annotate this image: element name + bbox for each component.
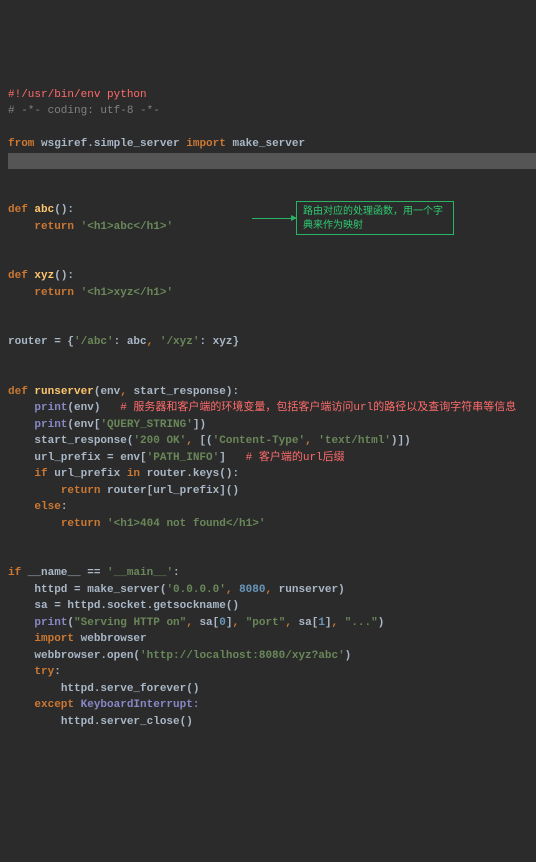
- dots-str: "...": [345, 617, 378, 629]
- str-404: '<h1>404 not found</h1>': [107, 518, 265, 530]
- env-arg: (env): [67, 402, 120, 414]
- abc-string: '<h1>abc</h1>': [81, 221, 173, 233]
- serving-close: ): [378, 617, 385, 629]
- urlprefix-close: ]: [219, 452, 245, 464]
- xyz-string: '<h1>xyz</h1>': [81, 287, 173, 299]
- in-kw: in: [127, 468, 140, 480]
- sa-line: sa = httpd.socket.getsockname(): [34, 600, 239, 612]
- return-kw: return: [34, 287, 74, 299]
- ok-string: '200 OK': [133, 435, 186, 447]
- ct-list-open: [(: [199, 435, 212, 447]
- urlprefix-comment: # 客户端的url后缀: [246, 452, 345, 464]
- highlighted-blank-line: [8, 153, 536, 170]
- main-string: '__main__': [107, 567, 173, 579]
- sa0-close: ]: [226, 617, 233, 629]
- router-key-abc: '/abc': [74, 336, 114, 348]
- wb-close: ): [345, 650, 352, 662]
- qs-arg-open: (env[: [67, 419, 100, 431]
- coding-line: # -*- coding: utf-8 -*-: [8, 105, 160, 117]
- return-kw: return: [61, 518, 101, 530]
- urlprefix-var: url_prefix = env[: [34, 452, 146, 464]
- serving-str: "Serving HTTP on": [74, 617, 186, 629]
- callout-box: 路由对应的处理函数，用一个字典来作为映射: [296, 201, 454, 235]
- router-key-xyz: '/xyz': [160, 336, 200, 348]
- shebang-line: #!/usr/bin/env python: [8, 89, 147, 101]
- idx1: 1: [318, 617, 325, 629]
- webbrowser-mod: webbrowser: [74, 633, 147, 645]
- httpd-make: httpd = make_server(: [34, 584, 166, 596]
- router-var: router = {: [8, 336, 74, 348]
- if-kw: if: [8, 567, 21, 579]
- kbi: KeyboardInterrupt:: [74, 699, 199, 711]
- if-kw: if: [34, 468, 47, 480]
- from-kw: from: [8, 138, 34, 150]
- router-call: router[url_prefix](): [100, 485, 239, 497]
- serving-open: (: [67, 617, 74, 629]
- host-string: '0.0.0.0': [166, 584, 225, 596]
- server-close: httpd.server_close(): [61, 716, 193, 728]
- idx0: 0: [219, 617, 226, 629]
- fn-xyz: xyz: [34, 270, 54, 282]
- def-kw: def: [8, 270, 28, 282]
- qs-key: 'QUERY_STRING': [100, 419, 192, 431]
- import-kw: import: [186, 138, 226, 150]
- start-response-call: start_response(: [34, 435, 133, 447]
- fn-abc: abc: [34, 204, 54, 216]
- router-val-abc: : abc: [114, 336, 147, 348]
- if-cond-b: router.keys():: [140, 468, 239, 480]
- wb-open: webbrowser.open(: [34, 650, 140, 662]
- qs-arg-close: ]): [193, 419, 206, 431]
- def-kw: def: [8, 204, 28, 216]
- import-kw: import: [34, 633, 74, 645]
- try-kw: try: [34, 666, 54, 678]
- print-builtin: print: [34, 617, 67, 629]
- if-cond-a: url_prefix: [48, 468, 127, 480]
- runserver-args-close: start_response):: [133, 386, 239, 398]
- except-kw: except: [34, 699, 74, 711]
- print-builtin: print: [34, 402, 67, 414]
- return-kw: return: [34, 221, 74, 233]
- code-block: #!/usr/bin/env python # -*- coding: utf-…: [8, 70, 536, 730]
- return-kw: return: [61, 485, 101, 497]
- fn-runserver: runserver: [34, 386, 93, 398]
- port-str: "port": [246, 617, 286, 629]
- module-path: wsgiref.simple_server: [41, 138, 180, 150]
- ct-val: 'text/html': [318, 435, 391, 447]
- import-name: make_server: [232, 138, 305, 150]
- sa1: sa[: [299, 617, 319, 629]
- env-comment: # 服务器和客户端的环境变量，包括客户端访问url的路径以及查询字符串等信息: [120, 402, 516, 414]
- else-kw: else: [34, 501, 60, 513]
- callout-text: 路由对应的处理函数，用一个字典来作为映射: [303, 207, 443, 232]
- sa1-close: ]: [325, 617, 332, 629]
- router-val-xyz: : xyz}: [199, 336, 239, 348]
- serve-forever: httpd.serve_forever(): [61, 683, 200, 695]
- pathinfo-str: 'PATH_INFO': [147, 452, 220, 464]
- name-var: __name__ ==: [21, 567, 107, 579]
- ct-close: )]): [391, 435, 411, 447]
- wb-url: 'http://localhost:8080/xyz?abc': [140, 650, 345, 662]
- callout-arrow: [252, 218, 296, 219]
- sa0: sa[: [199, 617, 219, 629]
- port-num: 8080: [239, 584, 265, 596]
- runserver-ref: runserver): [279, 584, 345, 596]
- print-builtin: print: [34, 419, 67, 431]
- def-kw: def: [8, 386, 28, 398]
- runserver-args-open: (env: [94, 386, 120, 398]
- ct-key: 'Content-Type': [213, 435, 305, 447]
